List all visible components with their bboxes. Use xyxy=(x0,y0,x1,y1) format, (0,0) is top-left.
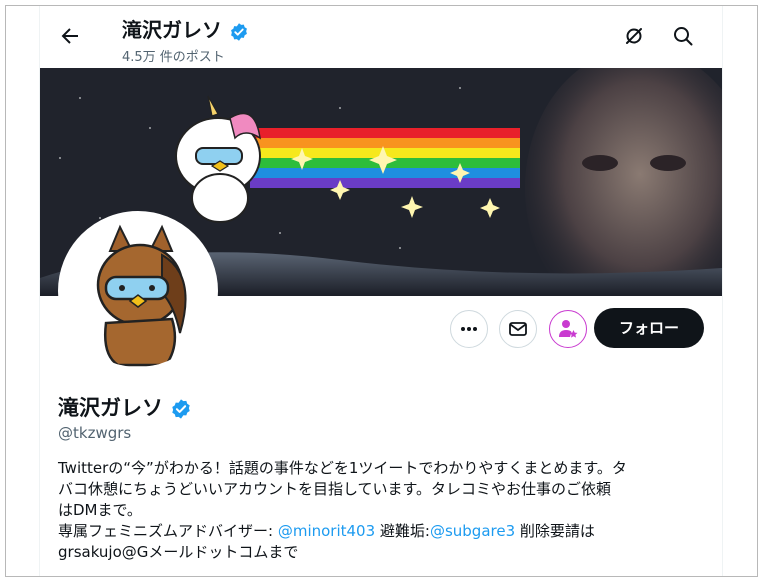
bio-line: Twitterの“今”がわかる！話題の事件などを1ツイートでわかりやすくまとめま… xyxy=(58,459,627,477)
bio-line: バコ休憩にちょうどいいアカウントを目指しています。タレコミやお仕事のご依頼 xyxy=(58,480,612,498)
bio-line: 専属フェミニズムアドバイザー: @minorit403 避難垢:@subgare… xyxy=(58,521,708,542)
bio-line: grsakujo@Gメールドットコムまで xyxy=(58,543,299,561)
browser-frame: 滝沢ガレソ 4.5万 件のポスト フォロー 滝沢ガレソ @tkzwgrs Twi… xyxy=(5,5,758,577)
verified-badge-icon xyxy=(231,22,247,41)
arrow-left-icon[interactable] xyxy=(58,24,82,48)
profile-name: 滝沢ガレソ xyxy=(58,396,163,420)
bio-line: はDMまで。 xyxy=(58,501,142,519)
message-button[interactable] xyxy=(499,310,537,348)
search-icon[interactable] xyxy=(671,24,695,48)
bio-text: 専属フェミニズムアドバイザー: xyxy=(58,522,278,540)
notify-button[interactable] xyxy=(549,310,587,348)
follow-button[interactable]: フォロー xyxy=(594,308,704,348)
more-button[interactable] xyxy=(450,310,488,348)
profile-name-row: 滝沢ガレソ xyxy=(58,392,192,422)
bio-text: 削除要請は xyxy=(515,522,595,540)
eye-slash-icon[interactable] xyxy=(622,24,646,48)
mention-link-subgare3[interactable]: @subgare3 xyxy=(430,522,515,540)
mention-link-minorit403[interactable]: @minorit403 xyxy=(278,522,375,540)
verified-badge-icon xyxy=(172,399,191,419)
avatar[interactable] xyxy=(58,211,218,371)
profile-bio: Twitterの“今”がわかる！話題の事件などを1ツイートでわかりやすくまとめま… xyxy=(58,458,708,563)
person-star-icon xyxy=(559,320,578,338)
avatar-horse-image xyxy=(62,215,214,367)
header-name: 滝沢ガレソ xyxy=(122,18,222,42)
bio-text: 避難垢: xyxy=(375,522,430,540)
profile-handle: @tkzwgrs xyxy=(58,424,132,442)
post-count: 4.5万 件のポスト xyxy=(122,50,225,65)
mail-icon xyxy=(509,322,527,336)
more-icon xyxy=(461,327,477,331)
header-title: 滝沢ガレソ xyxy=(122,14,249,43)
profile-column: 滝沢ガレソ 4.5万 件のポスト フォロー 滝沢ガレソ @tkzwgrs Twi… xyxy=(39,6,723,576)
profile-header: 滝沢ガレソ 4.5万 件のポスト xyxy=(40,6,722,68)
